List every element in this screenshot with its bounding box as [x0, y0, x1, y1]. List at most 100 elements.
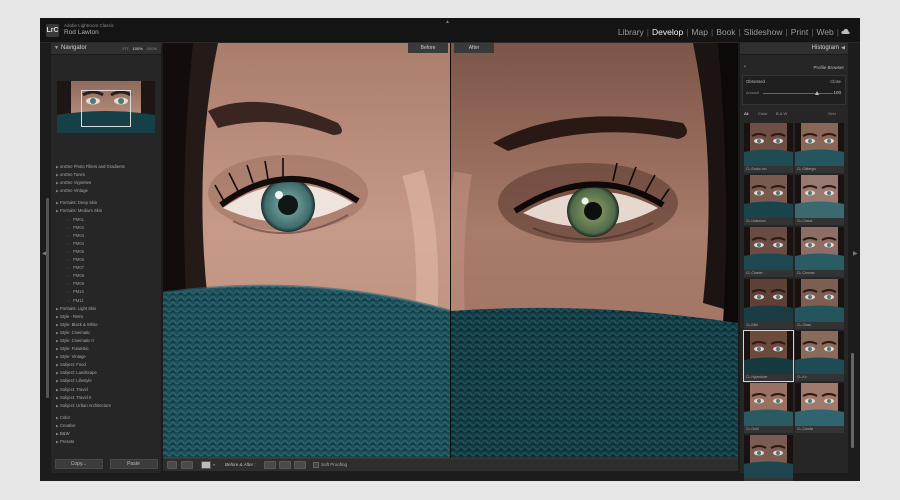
zoom-fit[interactable]: FIT	[123, 46, 129, 51]
preset-item[interactable]: ▶ Portraits: Medium Skin	[51, 207, 161, 215]
preset-item[interactable]: ▶ Subject: Food	[51, 361, 161, 369]
preset-item[interactable]: ▫ PM11	[51, 297, 161, 305]
preset-item[interactable]: ▫ PM10	[51, 288, 161, 296]
yy-view-button[interactable]	[201, 461, 211, 469]
preset-item[interactable]: ▶ Style - Retro	[51, 313, 161, 321]
cloud-icon[interactable]	[841, 27, 850, 37]
profile-thumbnail[interactable]: CL-Ko	[795, 331, 844, 381]
preset-item[interactable]: ▶ Style: Futuristic	[51, 345, 161, 353]
preset-item[interactable]: ▶ Subject: Lifestyle	[51, 377, 161, 385]
preset-item[interactable]: ▫ PM07	[51, 264, 161, 272]
preset-item[interactable]: ▫ PM09	[51, 280, 161, 288]
preset-item[interactable]: ▫ PM03	[51, 232, 161, 240]
preset-item[interactable]: ▶ Subject: Landscape	[51, 369, 161, 377]
presets-scrollbar[interactable]	[46, 198, 49, 398]
zoom-100[interactable]: 100%	[133, 46, 143, 51]
triangle-down-icon[interactable]: ▼	[54, 45, 59, 51]
preset-label: PM06	[73, 257, 84, 263]
preset-item[interactable]: ▫ PM04	[51, 240, 161, 248]
preset-item[interactable]: ▶ onOne Photo Filters and Gradients	[51, 163, 161, 171]
profile-amount-box: Obsessed Close Amount 100	[742, 75, 846, 105]
preset-item[interactable]: ▶ B&W	[51, 430, 161, 438]
swap-before-after-button[interactable]	[294, 461, 306, 469]
profile-thumbnail[interactable]: CL-Exotic-Inn	[744, 123, 793, 173]
navigator-preview[interactable]	[57, 81, 155, 133]
back-icon[interactable]: ‹	[744, 64, 746, 70]
before-after-view-button[interactable]	[181, 461, 193, 469]
profile-thumbnail[interactable]: CL-Charter	[744, 227, 793, 277]
tab-all[interactable]: All	[744, 111, 748, 116]
tab-grid[interactable]: Grid	[828, 111, 836, 116]
profile-thumbnail[interactable]: CL-Chaos	[795, 175, 844, 225]
navigator-viewport-rect[interactable]	[81, 90, 131, 127]
preset-item[interactable]: ▶ Subject: Urban Architecture	[51, 402, 161, 410]
triangle-right-icon: ▶	[56, 165, 59, 169]
preset-label: Color	[60, 414, 71, 420]
module-library[interactable]: Library	[617, 27, 645, 37]
preset-item[interactable]: ▫ PM08	[51, 272, 161, 280]
profile-thumbnail[interactable]: CL-Chrome	[795, 227, 844, 277]
preset-item[interactable]: ▶ Portraits: Light Skin	[51, 305, 161, 313]
loupe-view-button[interactable]	[167, 461, 177, 469]
profile-thumbnail[interactable]: CL-Glass	[795, 279, 844, 329]
triangle-left-icon[interactable]: ◀	[841, 45, 845, 51]
copy-after-to-before-button[interactable]	[279, 461, 291, 469]
preset-item[interactable]: ▶ Color	[51, 414, 161, 422]
image-view[interactable]: Before After	[163, 43, 738, 458]
preset-item[interactable]: ▶ Style: Vintage	[51, 353, 161, 361]
preset-item[interactable]: ▶ Style: Cinematic II	[51, 337, 161, 345]
collapse-right-icon[interactable]: ▶	[853, 250, 858, 257]
close-button[interactable]: Close	[830, 79, 841, 84]
preset-item[interactable]: ▫ PM01	[51, 216, 161, 224]
profile-thumbnail[interactable]: CL-Elite	[744, 279, 793, 329]
profile-thumbnail[interactable]: CL-Gold	[744, 383, 793, 433]
profile-thumbnail[interactable]: CL-Candle	[795, 383, 844, 433]
profile-filter-tabs: All Color B & W Grid	[744, 111, 844, 119]
module-map[interactable]: Map	[690, 27, 709, 37]
profile-thumbnail[interactable]	[744, 435, 793, 481]
preset-item[interactable]: ▶ onOne Tones	[51, 171, 161, 179]
soft-proofing-checkbox[interactable]	[313, 462, 319, 468]
preset-label: Style: Futuristic	[60, 346, 89, 352]
navigator-header[interactable]: ▼ Navigator FIT 100% 200%	[51, 43, 161, 55]
preset-item[interactable]: ▫ PM06	[51, 256, 161, 264]
preset-item[interactable]: ▶ Subject: Travel	[51, 386, 161, 394]
preset-label: Portraits: Medium Skin	[60, 208, 103, 214]
amount-slider[interactable]	[763, 91, 833, 95]
profile-thumbnail[interactable]: CL-Glitterglo	[795, 123, 844, 173]
preset-item[interactable]: ▶ onOne Vintage	[51, 187, 161, 195]
amount-slider-handle[interactable]	[815, 91, 819, 95]
triangle-right-icon: ▶	[56, 423, 59, 428]
module-slideshow[interactable]: Slideshow	[743, 27, 784, 37]
tab-bw[interactable]: B & W	[776, 111, 787, 116]
preset-item[interactable]: ▫ PM02	[51, 224, 161, 232]
amount-value[interactable]: 100	[833, 90, 841, 95]
histogram-header[interactable]: Histogram ◀	[740, 43, 848, 55]
preset-item[interactable]: ▶ Creative	[51, 422, 161, 430]
chevron-down-icon[interactable]: ▾	[213, 462, 215, 467]
collapse-top-icon[interactable]: ▲	[445, 19, 450, 25]
module-develop[interactable]: Develop	[651, 27, 684, 37]
preset-item[interactable]: ▫ PM05	[51, 248, 161, 256]
copy-before-to-after-button[interactable]	[264, 461, 276, 469]
module-book[interactable]: Book	[715, 27, 736, 37]
split-divider[interactable]	[450, 43, 451, 458]
paste-button[interactable]: Paste	[109, 459, 158, 469]
module-web[interactable]: Web	[815, 27, 834, 37]
preset-label: onOne Vintage	[60, 188, 88, 194]
zoom-200[interactable]: 200%	[147, 46, 157, 51]
profile-scrollbar[interactable]	[851, 353, 854, 448]
copy-button[interactable]: Copy...	[54, 459, 103, 469]
profile-thumbnail[interactable]: CL-Hypnotizer	[743, 330, 794, 382]
preset-item[interactable]: ▶ Portraits: Deep Skin	[51, 199, 161, 207]
preset-item[interactable]: ▶ Presets	[51, 438, 161, 446]
before-label: Before	[408, 43, 448, 53]
preset-item[interactable]: ▶ Style: Cinematic	[51, 329, 161, 337]
preset-item[interactable]: ▶ onOne Vignettes	[51, 179, 161, 187]
profile-thumbnail[interactable]: CL-Unknown	[744, 175, 793, 225]
preset-item[interactable]: ▶ Style: Black & White	[51, 321, 161, 329]
preset-item[interactable]: ▶ Subject: Travel II	[51, 394, 161, 402]
left-panel: ▼ Navigator FIT 100% 200% ▶ onOne Photo …	[46, 43, 161, 473]
module-print[interactable]: Print	[790, 27, 809, 37]
tab-color[interactable]: Color	[758, 111, 768, 116]
